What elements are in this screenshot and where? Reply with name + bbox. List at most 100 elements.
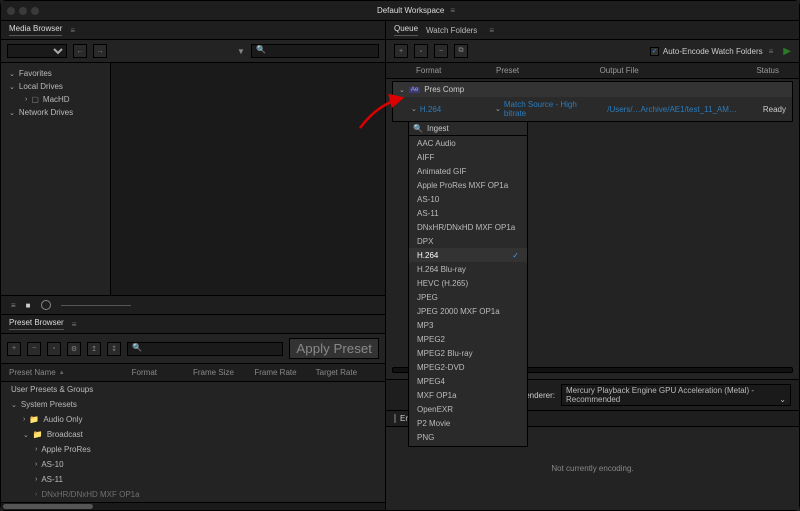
preset-row-user[interactable]: User Presets & Groups [1,382,385,397]
chevron-down-icon: ⌄ [9,70,15,78]
watch-folders-tab[interactable]: Watch Folders [426,26,477,35]
dropdown-item[interactable]: DPX [409,234,527,248]
drive-icon: ▢ [31,95,39,104]
thumb-view-icon[interactable]: ■ [26,301,31,310]
dropdown-item[interactable]: QuickTime [409,444,527,446]
new-folder-button[interactable]: ▫ [47,342,61,356]
minimize-icon[interactable] [19,7,27,15]
search-icon: 🔍 [256,45,266,54]
import-button[interactable]: ↥ [87,342,101,356]
start-queue-button[interactable]: ▶ [783,46,791,57]
nav-back-button[interactable]: ← [73,44,87,58]
queue-job[interactable]: ⌄ Ae Pres Comp ⌄ H.264 ⌄ Match Source - … [392,81,793,122]
add-source-button[interactable]: + [394,44,408,58]
dropdown-item[interactable]: H.264✓ [409,248,527,262]
dropdown-item[interactable]: DNxHR/DNxHD MXF OP1a [409,220,527,234]
media-browser-tab[interactable]: Media Browser [9,24,62,36]
filter-icon[interactable]: ▼ [237,47,245,56]
preset-row-as10[interactable]: ›AS-10 [1,457,385,472]
close-icon[interactable] [7,7,15,15]
apply-preset-button[interactable]: Apply Preset [289,338,379,359]
preset-row-apple-prores[interactable]: ›Apple ProRes [1,442,385,457]
dropdown-item[interactable]: AS-10 [409,192,527,206]
duplicate-button[interactable]: ⧉ [454,44,468,58]
scroll-thumb[interactable] [3,504,93,509]
auto-encode-checkbox[interactable]: ✓ Auto-Encode Watch Folders [650,47,763,56]
format-select[interactable]: ⌄ H.264 [411,105,489,114]
chevron-right-icon: › [35,461,37,468]
preset-search-input[interactable]: 🔍 [127,342,283,356]
flex-view-icon[interactable]: ≡ [11,301,16,310]
zoom-icon[interactable] [31,7,39,15]
auto-encode-label: Auto-Encode Watch Folders [663,47,763,56]
workspace-label[interactable]: Default Workspace [377,6,444,15]
col-frame-rate[interactable]: Frame Rate [254,368,315,377]
col-output[interactable]: Output File [600,66,729,75]
hamburger-icon[interactable]: ≡ [450,6,455,15]
col-status[interactable]: Status [729,66,779,75]
tree-machd[interactable]: ›▢MacHD [1,93,110,106]
dropdown-item[interactable]: AAC Audio [409,136,527,150]
export-button[interactable]: ↧ [107,342,121,356]
dropdown-item[interactable]: AIFF [409,150,527,164]
add-preset-button[interactable]: + [7,342,21,356]
tree-network-drives[interactable]: ⌄Network Drives [1,106,110,119]
preset-row-audio-only[interactable]: ›📁Audio Only [1,412,385,427]
dropdown-item[interactable]: MXF OP1a [409,388,527,402]
horizontal-scrollbar[interactable] [1,502,385,510]
chevron-right-icon: › [35,491,37,498]
dropdown-item[interactable]: P2 Movie [409,416,527,430]
dropdown-item[interactable]: Apple ProRes MXF OP1a [409,178,527,192]
dropdown-item[interactable]: MPEG2 Blu-ray [409,346,527,360]
queue-menu-icon[interactable]: ≡ [769,47,774,56]
panel-menu-icon[interactable]: ≡ [72,320,77,329]
preset-select[interactable]: ⌄ Match Source - High bitrate [495,100,601,118]
chevron-right-icon: › [23,416,25,423]
window-controls[interactable] [7,7,39,15]
dropdown-item[interactable]: MPEG2 [409,332,527,346]
dropdown-item[interactable]: JPEG [409,290,527,304]
remove-button[interactable]: − [434,44,448,58]
media-search-input[interactable]: 🔍 [251,44,379,58]
dropdown-search-value[interactable]: Ingest [427,124,449,133]
dropdown-item[interactable]: Animated GIF [409,164,527,178]
remove-preset-button[interactable]: − [27,342,41,356]
nav-forward-button[interactable]: → [93,44,107,58]
renderer-select[interactable]: Mercury Playback Engine GPU Acceleration… [561,384,791,406]
preset-row-broadcast[interactable]: ⌄📁Broadcast [1,427,385,442]
slider-track[interactable] [61,305,131,306]
tree-favorites[interactable]: ⌄Favorites [1,67,110,80]
preset-row-dnxhr[interactable]: ›DNxHR/DNxHD MXF OP1a [1,487,385,502]
panel-menu-icon[interactable]: ≡ [70,26,75,35]
col-target-rate[interactable]: Target Rate [316,368,377,377]
dropdown-item[interactable]: MPEG4 [409,374,527,388]
add-output-button[interactable]: ▫ [414,44,428,58]
preset-row-system[interactable]: ⌄System Presets [1,397,385,412]
dropdown-item[interactable]: H.264 Blu-ray [409,262,527,276]
col-preset[interactable]: Preset [496,66,600,75]
job-header[interactable]: ⌄ Ae Pres Comp [393,82,792,97]
panel-menu-icon[interactable]: ≡ [489,26,494,35]
output-file-link[interactable]: /Users/…Archive/AE1/test_11_AME/Pres Com… [607,105,740,114]
queue-tab[interactable]: Queue [394,24,418,36]
dropdown-item[interactable]: MP3 [409,318,527,332]
media-filter-select[interactable] [7,44,67,58]
preset-browser-header: Preset Browser ≡ [1,315,385,334]
col-frame-size[interactable]: Frame Size [193,368,254,377]
preset-row-as11[interactable]: ›AS-11 [1,472,385,487]
col-format[interactable]: Format [132,368,193,377]
col-format[interactable]: Format [416,66,496,75]
chevron-down-icon: ⌄ [9,109,15,117]
dropdown-item[interactable]: HEVC (H.265) [409,276,527,290]
settings-button[interactable]: ⚙ [67,342,81,356]
search-icon: 🔍 [413,124,423,133]
dropdown-item[interactable]: AS-11 [409,206,527,220]
dropdown-item[interactable]: PNG [409,430,527,444]
tree-local-drives[interactable]: ⌄Local Drives [1,80,110,93]
dropdown-item[interactable]: OpenEXR [409,402,527,416]
preset-browser-tab[interactable]: Preset Browser [9,318,64,330]
dropdown-item[interactable]: MPEG2-DVD [409,360,527,374]
thumbnail-size-slider[interactable] [41,300,51,310]
col-preset-name[interactable]: Preset Name▲ [9,368,132,377]
dropdown-item[interactable]: JPEG 2000 MXF OP1a [409,304,527,318]
